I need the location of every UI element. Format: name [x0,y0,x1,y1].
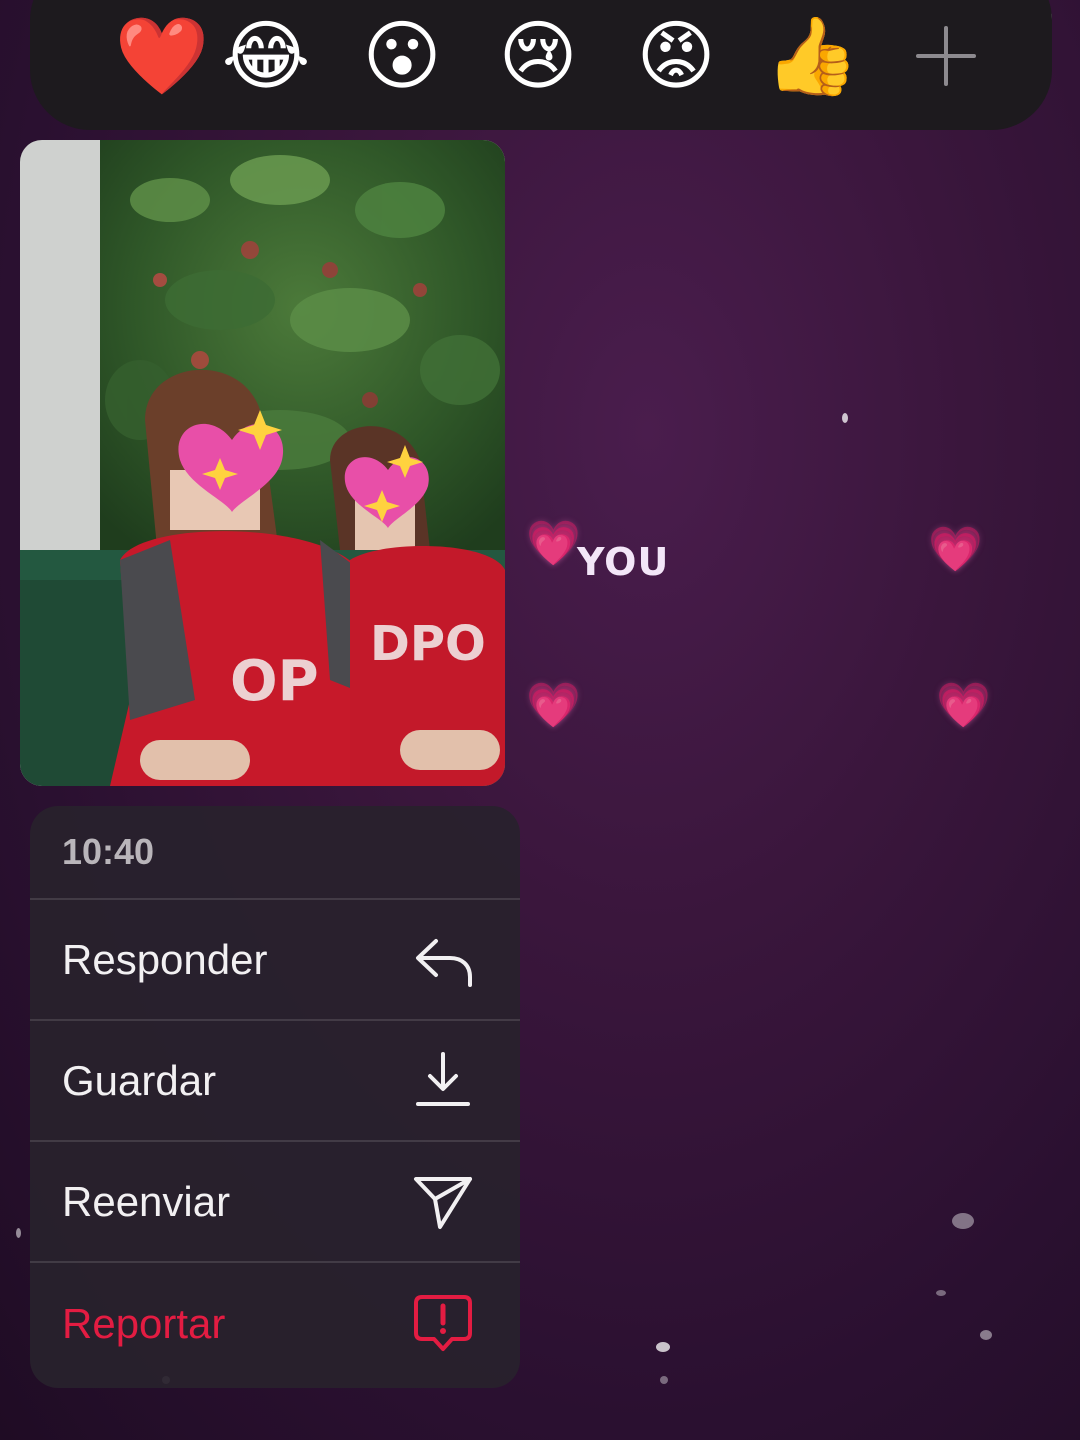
reaction-bar: ❤️ 😂 😮 😢 😡 👍 [30,0,1052,130]
pink-heart-icon: 💗 [928,524,983,575]
svg-text:DPO: DPO [370,616,486,672]
menu-item-forward[interactable]: Reenviar [30,1142,520,1263]
menu-item-report[interactable]: Reportar [30,1263,520,1384]
message-context-menu: 10:40 Responder Guardar Reenviar Reporta… [30,806,520,1388]
plus-icon[interactable] [898,8,994,104]
pink-heart-icon: 💗 [526,680,581,731]
angry-face-icon[interactable]: 😡 [628,8,724,104]
surprised-face-icon[interactable]: 😮 [354,8,450,104]
crying-face-icon[interactable]: 😢 [490,8,586,104]
pink-heart-icon: 💗 [936,680,991,731]
menu-item-save[interactable]: Guardar [30,1021,520,1142]
download-icon [410,1048,476,1114]
menu-item-label: Responder [62,935,268,983]
menu-item-label: Reenviar [62,1177,231,1225]
plus-glyph [916,26,976,86]
dust-speck [952,1213,974,1229]
dust-speck [660,1376,668,1384]
menu-item-reply[interactable]: Responder [30,900,520,1021]
menu-item-label: Guardar [62,1056,217,1104]
dust-speck [936,1290,946,1296]
report-alert-icon [410,1291,476,1357]
dust-speck [842,413,848,423]
photo-image: OP DPO [20,140,505,786]
svg-text:OP: OP [230,649,319,714]
dust-speck [16,1228,21,1238]
photo-message[interactable]: OP DPO [20,140,505,786]
send-icon [410,1169,476,1235]
menu-item-label: Reportar [62,1299,226,1347]
pink-heart-icon: 💗 [526,518,581,569]
dust-speck [980,1330,992,1340]
reply-arrow-icon [410,927,476,993]
message-time: 10:40 [30,806,520,900]
sticker-text: YOU [577,540,670,584]
thumbs-up-icon[interactable]: 👍 [764,8,860,104]
red-heart-icon[interactable]: ❤️ [114,8,210,104]
dust-speck [656,1342,670,1352]
tears-of-joy-icon[interactable]: 😂 [218,8,314,104]
